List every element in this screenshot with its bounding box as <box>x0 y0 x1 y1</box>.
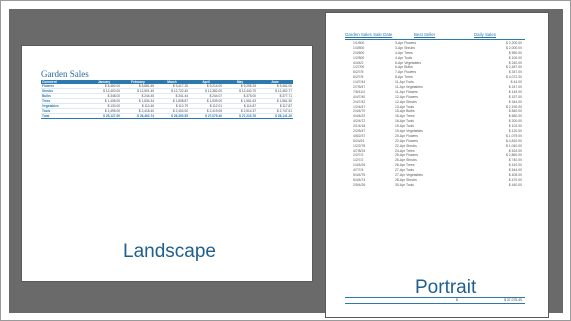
landscape-caption: Landscape <box>123 241 216 262</box>
daily-sales-cell: $ 440.00 <box>508 182 522 187</box>
total-cell: $ 27,215.76 <box>223 113 257 119</box>
currency-symbol: $ <box>456 298 458 302</box>
total-row: Total $ 25,127.00 $ 26,463.74 $ 26,390.5… <box>41 113 293 119</box>
table-row: 2/5/4/26 30-Apr Tools $ 440.00 <box>345 183 525 188</box>
total-cell: $ 27,075.40 <box>189 113 223 119</box>
sales-table-body: Flowers $ 8,460.00 $ 8,881.65 $ 9,417.25… <box>41 84 293 119</box>
column-header-daily-sales: Daily Sales <box>474 32 496 37</box>
daily-sales-list: 1/1/500 3-Apr Flowers $ 2,200.00 1/4/500 3-A… <box>345 41 525 188</box>
portrait-page-preview[interactable]: Garden Sales Sale Date Best Seller Daily… <box>326 13 548 317</box>
total-label: Total <box>41 113 87 119</box>
sale-date-cell: 2/5/4/26 <box>353 182 366 187</box>
header-divider <box>345 39 525 40</box>
total-cell: $ 28,141.20 <box>257 113 293 119</box>
sheet-title: Garden Sales <box>41 69 89 79</box>
best-seller-cell: 30-Apr Tools <box>395 182 414 187</box>
total-value: $ 37,075.40 <box>504 298 522 302</box>
total-cell: $ 26,390.55 <box>155 113 189 119</box>
portrait-caption: Portrait <box>415 277 477 298</box>
column-header-best-seller: Best Seller <box>414 32 436 37</box>
sales-table: Comment January February March April May… <box>41 80 293 119</box>
screenshot-frame: Garden Sales Comment January February Ma… <box>0 0 571 321</box>
total-cell: $ 26,463.74 <box>121 113 155 119</box>
landscape-page-preview[interactable]: Garden Sales Comment January February Ma… <box>22 46 312 281</box>
total-cell: $ 25,127.00 <box>87 113 121 119</box>
total-row: $ $ 37,075.40 <box>345 297 525 304</box>
column-header-sale-date: Garden Sales Sale Date <box>345 32 393 37</box>
